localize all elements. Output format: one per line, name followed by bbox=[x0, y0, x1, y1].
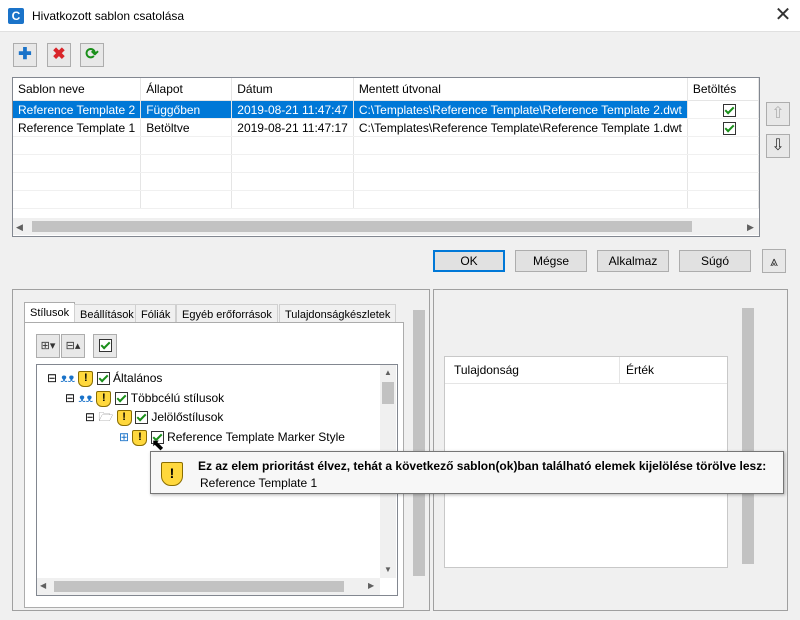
tooltip-item: Reference Template 1 bbox=[200, 476, 318, 490]
column-header-date[interactable]: Dátum bbox=[231, 78, 354, 101]
check-all-icon bbox=[98, 339, 112, 353]
table-row[interactable]: Reference Template 2 Függőben 2019-08-21… bbox=[13, 100, 760, 119]
refresh-button[interactable]: ⟳ bbox=[80, 43, 104, 67]
refresh-icon: ⟳ bbox=[85, 46, 99, 63]
tree-checkbox[interactable] bbox=[114, 392, 128, 406]
scroll-right-icon[interactable]: ▶ bbox=[747, 222, 754, 233]
tab-strip: Stílusok Beállítások Fóliák Egyéb erőfor… bbox=[24, 302, 404, 325]
column-header-name[interactable]: Sablon neve bbox=[13, 78, 142, 101]
expand-all-button[interactable]: ⊞▾ bbox=[36, 334, 60, 358]
tree-node[interactable]: ⊟ ᴥᴥ ! Általános bbox=[47, 369, 162, 387]
template-state: Betöltve bbox=[140, 118, 233, 137]
load-cell bbox=[687, 118, 760, 137]
scroll-down-icon[interactable]: ▼ bbox=[384, 565, 392, 574]
tree-node-label: Jelölőstílusok bbox=[151, 410, 224, 424]
panel-scroll-thumb[interactable] bbox=[413, 310, 425, 576]
collapse-toggle-icon[interactable]: ⊟ bbox=[47, 371, 57, 385]
load-cell bbox=[687, 100, 760, 119]
empty-row bbox=[13, 190, 760, 209]
expand-tree-icon: ⊞▾ bbox=[40, 340, 56, 352]
move-down-button[interactable]: ⇩ bbox=[766, 134, 790, 158]
add-icon: ✚ bbox=[18, 46, 32, 63]
warning-icon: ! bbox=[116, 409, 132, 426]
grid-header-row: Sablon neve Állapot Dátum Mentett útvona… bbox=[13, 78, 760, 101]
collapse-all-button[interactable]: ⊟▴ bbox=[61, 334, 85, 358]
double-chevron-up-icon: ⩓ bbox=[770, 253, 778, 269]
column-header-state[interactable]: Állapot bbox=[140, 78, 233, 101]
scroll-left-icon[interactable]: ◀ bbox=[40, 581, 46, 590]
column-header-load[interactable]: Betöltés bbox=[687, 78, 760, 101]
collapse-tree-icon: ⊟▴ bbox=[65, 340, 81, 352]
tree-scroll-thumb[interactable] bbox=[382, 382, 394, 404]
warning-tooltip: ! Ez az elem prioritást élvez, tehát a k… bbox=[150, 451, 784, 494]
ok-button[interactable]: OK bbox=[433, 250, 505, 272]
tree-checkbox[interactable] bbox=[134, 411, 148, 425]
folder-open-icon: 🗁 bbox=[98, 410, 114, 424]
help-button[interactable]: Súgó bbox=[679, 250, 751, 272]
tree-node[interactable]: ⊟ 🗁 ! Jelölőstílusok bbox=[85, 408, 223, 426]
delete-icon: ✖ bbox=[52, 46, 66, 63]
tree-node[interactable]: ⊟ ᴥᴥ ! Többcélú stílusok bbox=[65, 389, 224, 407]
template-state: Függőben bbox=[140, 100, 233, 119]
collapse-button[interactable]: ⩓ bbox=[762, 249, 786, 273]
template-date: 2019-08-21 11:47:17 bbox=[231, 118, 354, 137]
scroll-left-icon[interactable]: ◀ bbox=[16, 222, 23, 233]
scroll-right-icon[interactable]: ▶ bbox=[368, 581, 374, 590]
column-header-path[interactable]: Mentett útvonal bbox=[353, 78, 688, 101]
empty-row bbox=[13, 154, 760, 173]
template-path: C:\Templates\Reference Template\Referenc… bbox=[353, 118, 688, 137]
load-checkbox[interactable] bbox=[723, 121, 736, 135]
tree-node-label: Reference Template Marker Style bbox=[167, 430, 345, 444]
warning-icon: ! bbox=[132, 429, 148, 446]
apply-button[interactable]: Alkalmaz bbox=[597, 250, 669, 272]
column-header-value[interactable]: Érték bbox=[626, 363, 654, 377]
style-group-icon: ᴥᴥ bbox=[60, 371, 75, 385]
window-title: Hivatkozott sablon csatolása bbox=[32, 9, 185, 23]
arrow-down-icon: ⇩ bbox=[771, 137, 785, 154]
move-up-button[interactable]: ⇧ bbox=[766, 102, 790, 126]
tree-checkbox[interactable] bbox=[96, 372, 110, 386]
tree-node-label: Többcélú stílusok bbox=[130, 391, 225, 405]
column-header-property[interactable]: Tulajdonság bbox=[454, 363, 519, 377]
add-template-button[interactable]: ✚ bbox=[13, 43, 37, 67]
style-group-icon: ᴥᴥ bbox=[78, 391, 93, 405]
grid-scroll-thumb[interactable] bbox=[32, 221, 692, 232]
empty-row bbox=[13, 172, 760, 191]
tree-hscroll-thumb[interactable] bbox=[54, 581, 344, 592]
warning-icon: ! bbox=[78, 370, 94, 387]
tooltip-message: Ez az elem prioritást élvez, tehát a köv… bbox=[198, 459, 767, 473]
collapse-toggle-icon[interactable]: ⊟ bbox=[65, 391, 75, 405]
property-scroll-thumb[interactable] bbox=[742, 308, 754, 564]
template-date: 2019-08-21 11:47:47 bbox=[231, 100, 354, 119]
warning-icon: ! bbox=[161, 462, 183, 486]
template-grid: Sablon neve Állapot Dátum Mentett útvona… bbox=[12, 77, 760, 237]
remove-template-button[interactable]: ✖ bbox=[47, 43, 71, 67]
check-all-button[interactable] bbox=[93, 334, 117, 358]
scroll-up-icon[interactable]: ▲ bbox=[384, 368, 392, 377]
header-divider bbox=[619, 357, 620, 383]
empty-row bbox=[13, 136, 760, 155]
template-name: Reference Template 2 bbox=[13, 100, 142, 119]
app-icon: C bbox=[8, 8, 24, 24]
warning-icon: ! bbox=[96, 390, 112, 407]
tree-node-label: Általános bbox=[113, 371, 163, 385]
property-header: Tulajdonság Érték bbox=[445, 357, 727, 384]
cancel-button[interactable]: Mégse bbox=[515, 250, 587, 272]
template-name: Reference Template 1 bbox=[13, 118, 142, 137]
table-row[interactable]: Reference Template 1 Betöltve 2019-08-21… bbox=[13, 118, 760, 137]
close-icon[interactable]: ✕ bbox=[766, 0, 800, 32]
marker-style-icon: ⊞ bbox=[119, 430, 130, 444]
load-checkbox[interactable] bbox=[723, 103, 736, 117]
collapse-toggle-icon[interactable]: ⊟ bbox=[85, 410, 95, 424]
template-path: C:\Templates\Reference Template\Referenc… bbox=[353, 100, 688, 119]
arrow-up-icon: ⇧ bbox=[771, 105, 785, 122]
